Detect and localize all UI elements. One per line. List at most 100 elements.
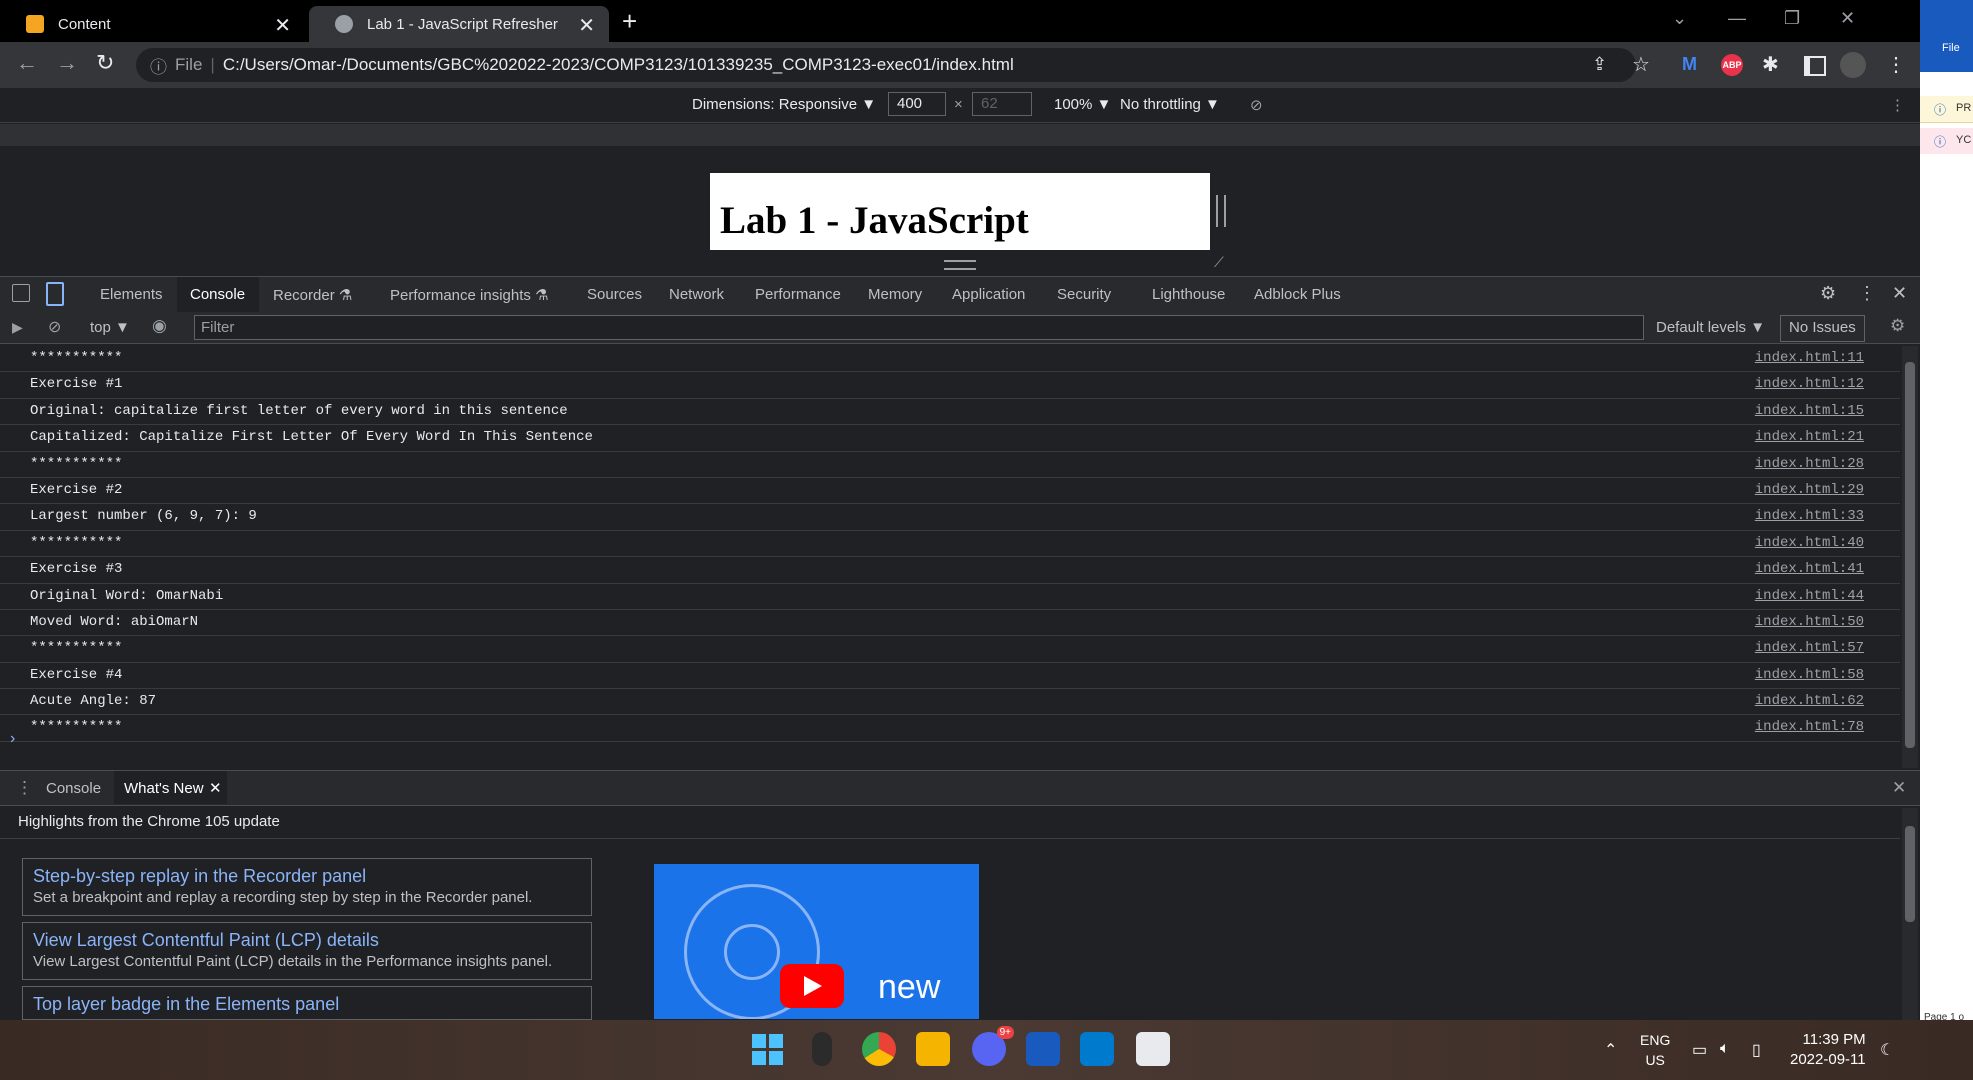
console-scrollbar-thumb[interactable]	[1905, 362, 1915, 748]
start-windows-icon[interactable]	[750, 1032, 784, 1066]
inspect-element-icon[interactable]	[12, 284, 30, 302]
settings-gear-icon[interactable]: ⚙	[1820, 283, 1836, 304]
close-drawer-tab-icon[interactable]: ✕	[209, 779, 222, 797]
drawer-menu-icon[interactable]: ⋮	[16, 778, 33, 798]
reload-icon[interactable]: ↻	[96, 50, 114, 76]
tab-lighthouse[interactable]: Lighthouse	[1152, 286, 1225, 303]
log-source-link[interactable]: index.html:11	[1755, 346, 1864, 371]
close-window-button[interactable]: ✕	[1840, 8, 1855, 29]
tab-adblock-plus[interactable]: Adblock Plus	[1254, 286, 1341, 303]
close-tab-icon[interactable]: ✕	[274, 13, 291, 38]
vscode-icon[interactable]	[1080, 1032, 1114, 1066]
adblock-extension-icon[interactable]: ABP	[1721, 54, 1743, 76]
volume-icon[interactable]: 🔈︎	[1720, 1040, 1730, 1058]
tab-content[interactable]: Content ✕	[0, 6, 305, 42]
resize-handle-bottom[interactable]	[944, 260, 976, 270]
console-settings-gear-icon[interactable]: ⚙	[1890, 316, 1905, 336]
device-toggle-icon[interactable]	[46, 282, 64, 306]
log-source-link[interactable]: index.html:57	[1755, 636, 1864, 661]
log-source-link[interactable]: index.html:62	[1755, 689, 1864, 714]
new-tab-button[interactable]: +	[622, 6, 637, 37]
height-input[interactable]: 62	[972, 92, 1032, 116]
tray-chevron-up-icon[interactable]: ⌃	[1604, 1040, 1617, 1060]
log-source-link[interactable]: index.html:58	[1755, 663, 1864, 688]
focus-assist-icon[interactable]: ☾	[1880, 1040, 1894, 1060]
devtools-more-icon[interactable]: ⋮	[1858, 283, 1876, 304]
profile-avatar[interactable]	[1840, 52, 1866, 78]
live-expression-eye-icon[interactable]: ◉	[152, 316, 167, 336]
log-source-link[interactable]: index.html:12	[1755, 372, 1864, 397]
tab-application[interactable]: Application	[952, 286, 1025, 303]
card-title[interactable]: View Largest Contentful Paint (LCP) deta…	[33, 929, 581, 951]
filter-input[interactable]: Filter	[194, 315, 1644, 340]
tab-lab1[interactable]: Lab 1 - JavaScript Refresher ✕	[309, 6, 609, 42]
drawer-tab-whats-new[interactable]: What's New ✕	[114, 771, 227, 804]
extensions-puzzle-icon[interactable]: ✱	[1762, 52, 1779, 77]
width-input[interactable]: 400	[888, 92, 946, 116]
drawer-scrollbar-thumb[interactable]	[1905, 826, 1915, 922]
tab-search-icon[interactable]: ⌄	[1672, 8, 1687, 29]
context-selector[interactable]: top ▼	[90, 319, 130, 336]
tab-recorder[interactable]: Recorder ⚗	[273, 286, 352, 304]
close-tab-icon[interactable]: ✕	[578, 13, 595, 38]
issues-button[interactable]: No Issues	[1780, 315, 1865, 342]
resize-handle-right[interactable]	[1216, 195, 1226, 227]
microphone-app-icon[interactable]	[812, 1032, 832, 1066]
tab-performance[interactable]: Performance	[755, 286, 841, 303]
system-clock[interactable]: 11:39 PM 2022-09-11	[1790, 1030, 1866, 1070]
throttling-dropdown[interactable]: No throttling ▼	[1120, 96, 1220, 113]
drawer-tab-console[interactable]: Console	[46, 780, 101, 797]
tab-elements[interactable]: Elements	[100, 286, 163, 303]
tab-sources[interactable]: Sources	[587, 286, 642, 303]
snipping-tool-icon[interactable]	[1136, 1032, 1170, 1066]
close-drawer-icon[interactable]: ✕	[1892, 778, 1906, 798]
back-icon[interactable]: ←	[16, 50, 38, 76]
log-source-link[interactable]: index.html:29	[1755, 478, 1864, 503]
battery-icon[interactable]: ▯	[1752, 1040, 1761, 1060]
sidebar-toggle-icon[interactable]: ▶	[12, 319, 23, 336]
dimensions-dropdown[interactable]: Dimensions: Responsive ▼	[692, 96, 876, 113]
info-icon[interactable]: ⓘ	[150, 53, 167, 78]
resize-corner-icon[interactable]: ⟋	[1214, 254, 1224, 271]
chrome-menu-icon[interactable]: ⋮	[1886, 52, 1906, 77]
word-icon[interactable]	[1026, 1032, 1060, 1066]
share-icon[interactable]: ⇪	[1592, 54, 1607, 75]
log-source-link[interactable]: index.html:28	[1755, 452, 1864, 477]
log-source-link[interactable]: index.html:44	[1755, 584, 1864, 609]
device-more-icon[interactable]: ⋮	[1890, 96, 1905, 114]
m-extension-icon[interactable]: M	[1682, 55, 1702, 73]
tab-security[interactable]: Security	[1057, 286, 1111, 303]
rotate-icon[interactable]: ⊘	[1250, 96, 1263, 114]
bookmark-star-icon[interactable]: ☆	[1632, 52, 1650, 77]
close-devtools-icon[interactable]: ✕	[1892, 283, 1907, 304]
log-source-link[interactable]: index.html:41	[1755, 557, 1864, 582]
whats-new-video-thumbnail[interactable]: new	[654, 864, 979, 1019]
whats-new-card[interactable]: Step-by-step replay in the Recorder pane…	[22, 858, 592, 916]
zoom-dropdown[interactable]: 100% ▼	[1054, 96, 1111, 113]
discord-icon[interactable]: 9+	[972, 1026, 1014, 1066]
side-panel-icon[interactable]	[1804, 56, 1826, 76]
log-source-link[interactable]: index.html:78	[1755, 715, 1864, 740]
tab-network[interactable]: Network	[669, 286, 724, 303]
whats-new-card[interactable]: View Largest Contentful Paint (LCP) deta…	[22, 922, 592, 980]
log-source-link[interactable]: index.html:33	[1755, 504, 1864, 529]
youtube-play-icon[interactable]	[780, 964, 844, 1008]
tab-memory[interactable]: Memory	[868, 286, 922, 303]
card-title[interactable]: Top layer badge in the Elements panel	[33, 993, 581, 1015]
log-source-link[interactable]: index.html:15	[1755, 399, 1864, 424]
language-indicator[interactable]: ENG US	[1640, 1030, 1670, 1070]
restore-button[interactable]: ❐	[1784, 8, 1800, 29]
log-source-link[interactable]: index.html:21	[1755, 425, 1864, 450]
whats-new-card[interactable]: Top layer badge in the Elements panel	[22, 986, 592, 1020]
log-levels-dropdown[interactable]: Default levels ▼	[1656, 319, 1765, 336]
tab-console[interactable]: Console	[190, 286, 245, 303]
side-app-file-menu[interactable]: File	[1942, 42, 1960, 54]
console-prompt-icon[interactable]: ›	[10, 730, 15, 748]
minimize-button[interactable]: —	[1728, 8, 1746, 29]
tab-performance-insights[interactable]: Performance insights ⚗	[390, 286, 549, 304]
network-icon[interactable]: ▭	[1692, 1040, 1707, 1060]
clear-console-icon[interactable]: ⊘	[48, 317, 61, 337]
card-title[interactable]: Step-by-step replay in the Recorder pane…	[33, 865, 581, 887]
log-source-link[interactable]: index.html:50	[1755, 610, 1864, 635]
forward-icon[interactable]: →	[56, 50, 78, 76]
